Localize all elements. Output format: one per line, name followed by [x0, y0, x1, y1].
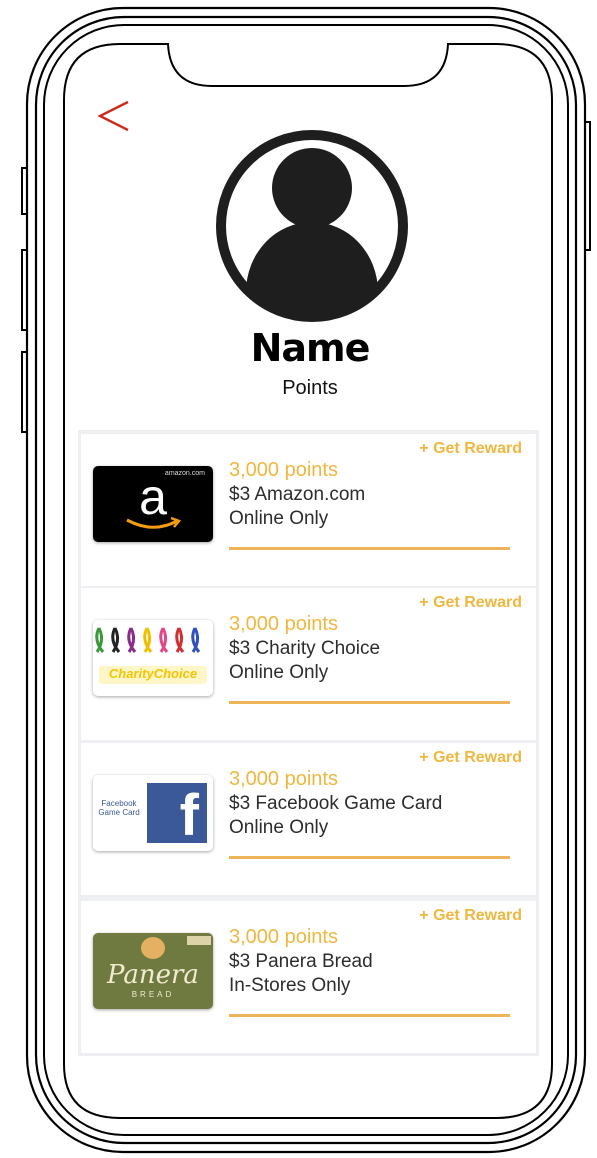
reward-availability: Online Only	[229, 508, 329, 529]
profile-name: Name	[250, 326, 371, 370]
reward-card-charity-choice[interactable]: CharityChoice + Get Reward 3,000 points …	[81, 588, 536, 740]
awareness-ribbons-icon	[95, 627, 201, 653]
reward-list: amazon.com a + Get Reward 3,000 points $…	[78, 430, 539, 1056]
get-reward-button[interactable]: + Get Reward	[419, 749, 522, 767]
reward-title: $3 Charity Choice	[229, 638, 381, 659]
card-divider	[229, 701, 510, 704]
get-reward-button[interactable]: + Get Reward	[419, 907, 522, 925]
reward-availability: Online Only	[229, 662, 329, 683]
reward-card-amazon[interactable]: amazon.com a + Get Reward 3,000 points $…	[81, 434, 536, 586]
reward-card-facebook[interactable]: Facebook Game Card f + Get Reward 3,000 …	[81, 743, 536, 895]
profile-points-label: Points	[282, 377, 338, 399]
reward-points: 3,000 points	[229, 613, 338, 635]
reward-availability: In-Stores Only	[229, 975, 351, 996]
panera-gift-card-image: Panera BREAD	[93, 933, 213, 1009]
avatar[interactable]	[212, 126, 412, 326]
amazon-smile-icon	[126, 516, 181, 529]
charity-choice-gift-card-image: CharityChoice	[93, 620, 213, 696]
reward-points: 3,000 points	[229, 768, 338, 790]
charity-choice-brand-text: CharityChoice	[99, 666, 207, 684]
user-avatar-icon	[216, 130, 408, 322]
reward-title: $3 Amazon.com	[229, 484, 366, 505]
facebook-logo-letter: f	[179, 783, 199, 843]
panera-card-badge	[187, 936, 211, 945]
card-divider	[229, 1014, 510, 1017]
card-divider	[229, 856, 510, 859]
facebook-logo-icon: f	[147, 783, 207, 843]
back-button[interactable]	[92, 96, 136, 136]
reward-availability: Online Only	[229, 817, 329, 838]
get-reward-button[interactable]: + Get Reward	[419, 594, 522, 612]
panera-brand-text: Panera	[107, 960, 199, 990]
reward-points: 3,000 points	[229, 459, 338, 481]
reward-card-panera[interactable]: Panera BREAD + Get Reward 3,000 points $…	[81, 901, 536, 1053]
reward-title: $3 Panera Bread	[229, 951, 373, 972]
chevron-left-icon	[97, 100, 129, 132]
reward-points: 3,000 points	[229, 926, 338, 948]
panera-bread-subtext: BREAD	[131, 990, 175, 999]
facebook-gift-card-image: Facebook Game Card f	[93, 775, 213, 851]
reward-title: $3 Facebook Game Card	[229, 793, 443, 814]
panera-bread-logo-icon	[141, 937, 165, 959]
amazon-gift-card-image: amazon.com a	[93, 466, 213, 542]
card-divider	[229, 547, 510, 550]
get-reward-button[interactable]: + Get Reward	[419, 440, 522, 458]
facebook-card-label: Facebook Game Card	[98, 799, 140, 817]
